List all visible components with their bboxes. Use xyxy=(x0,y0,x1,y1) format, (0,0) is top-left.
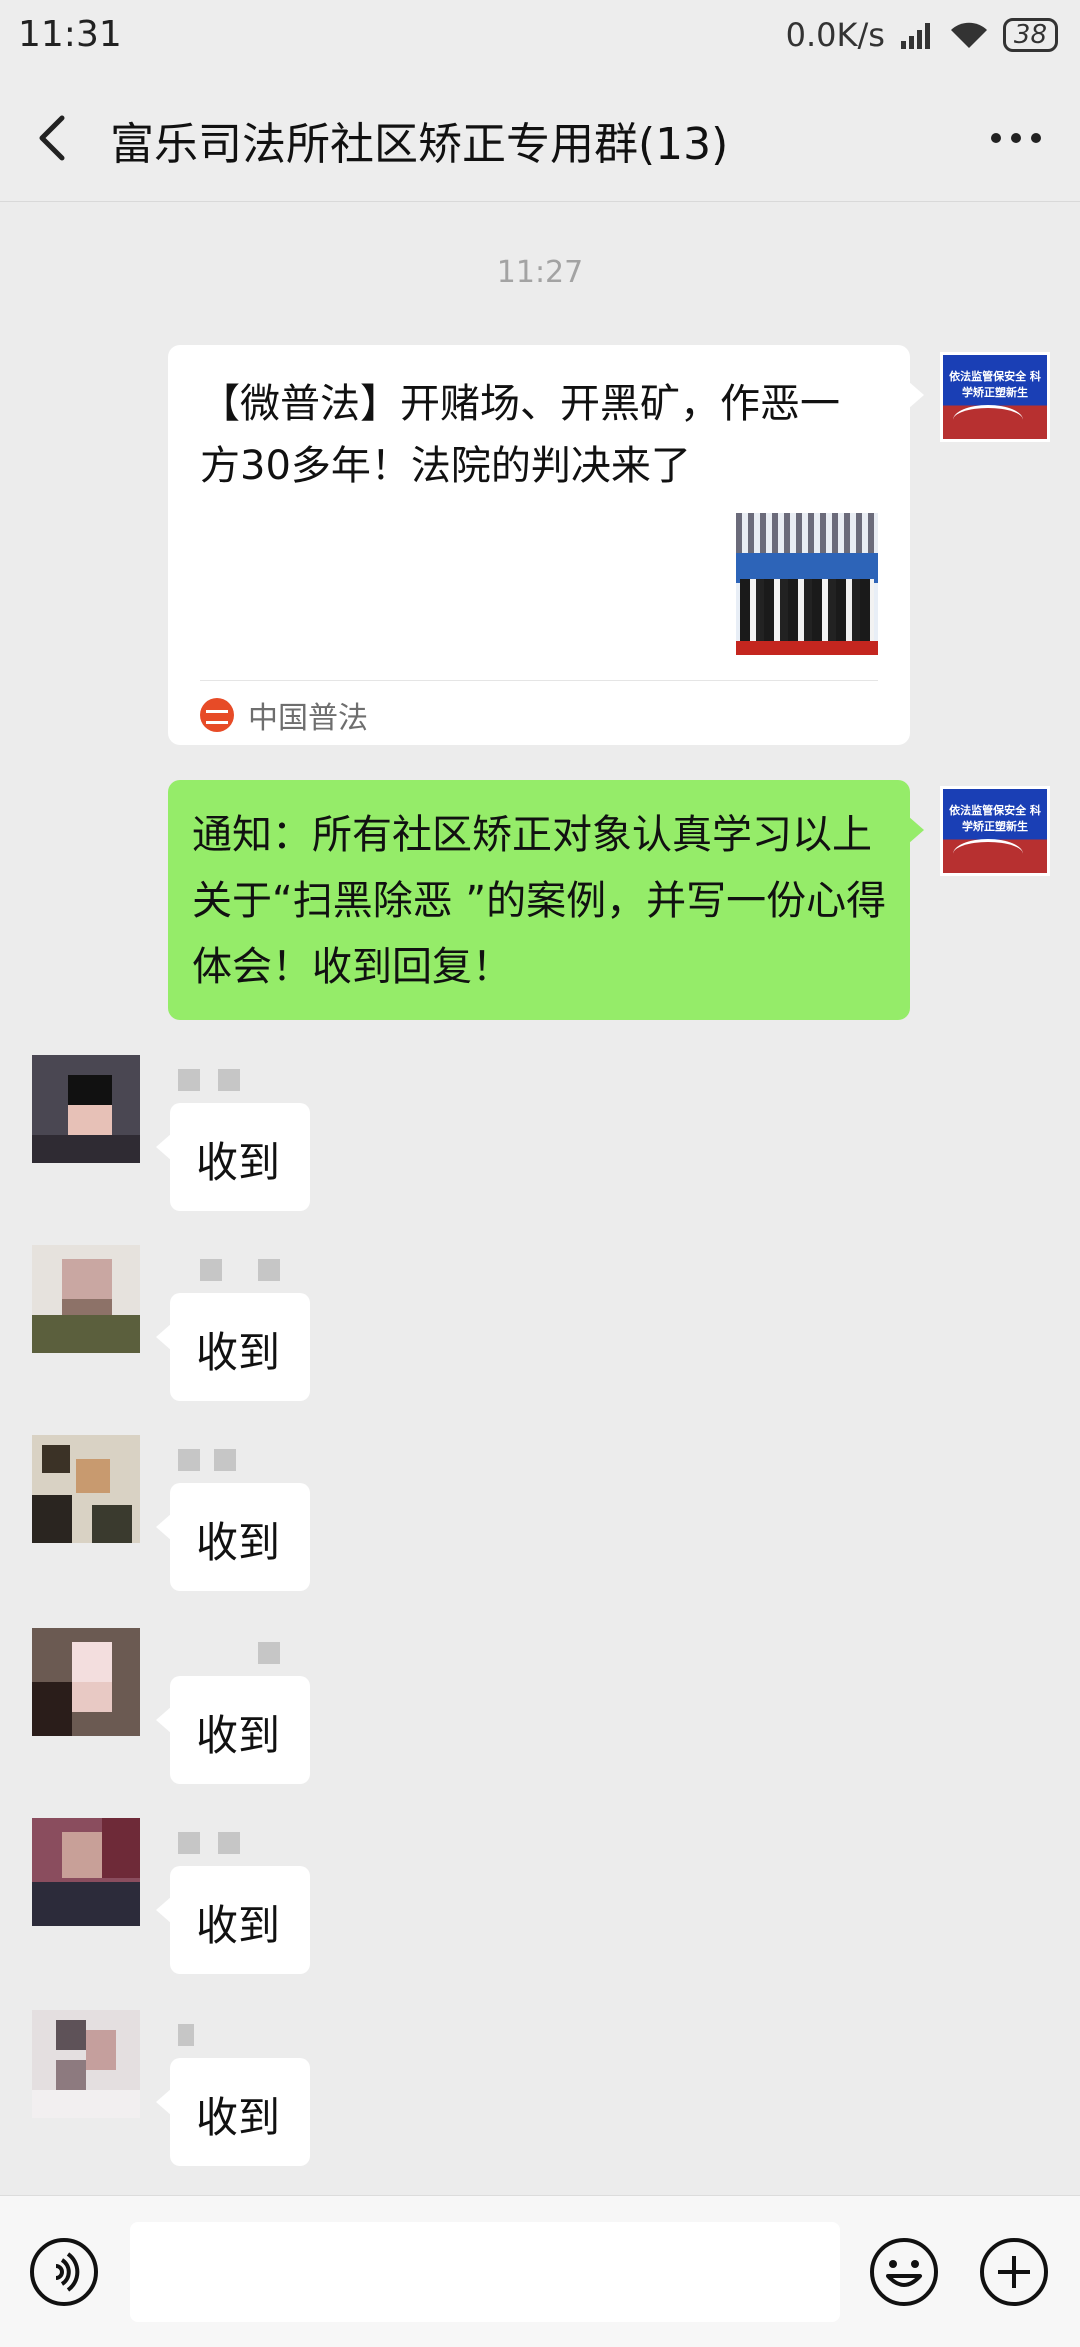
member-name-blurred xyxy=(178,1259,280,1283)
reply-bubble[interactable]: 收到 xyxy=(156,1483,310,1591)
reply-text: 收到 xyxy=(196,1901,281,1950)
avatar-arc-graphic xyxy=(953,405,1023,435)
member-avatar[interactable] xyxy=(32,1818,140,1926)
own-avatar[interactable]: 依法监管保安全 科学矫正塑新生 xyxy=(940,786,1050,876)
message-input-bar xyxy=(0,2195,1080,2347)
own-avatar[interactable]: 依法监管保安全 科学矫正塑新生 xyxy=(940,352,1050,442)
reply-message: 收到 xyxy=(0,1245,1080,1415)
avatar-logo-text: 依法监管保安全 科学矫正塑新生 xyxy=(949,804,1041,833)
reply-text: 收到 xyxy=(196,2093,281,2142)
member-avatar[interactable] xyxy=(32,1245,140,1353)
emoji-icon[interactable] xyxy=(868,2236,940,2308)
member-avatar[interactable] xyxy=(32,1055,140,1163)
reply-bubble[interactable]: 收到 xyxy=(156,1866,310,1974)
reply-message: 收到 xyxy=(0,1055,1080,1225)
reply-text: 收到 xyxy=(196,1138,281,1187)
status-time: 11:31 xyxy=(18,14,122,55)
reply-message: 收到 xyxy=(0,2010,1080,2180)
reply-message: 收到 xyxy=(0,1435,1080,1605)
member-name-blurred xyxy=(178,2024,268,2048)
network-speed: 0.0K/s xyxy=(785,16,885,54)
add-more-icon[interactable] xyxy=(978,2236,1050,2308)
avatar-arc-graphic xyxy=(953,839,1023,869)
reply-text: 收到 xyxy=(196,1518,281,1567)
article-title: 【微普法】开赌场、开黑矿，作恶一方30多年！法院的判决来了 xyxy=(200,381,840,489)
member-name-blurred xyxy=(178,1069,268,1093)
member-name-blurred xyxy=(178,1449,268,1473)
reply-message: 收到 xyxy=(0,1628,1080,1798)
more-options-icon[interactable] xyxy=(986,118,1046,158)
reply-text: 收到 xyxy=(196,1328,281,1377)
chat-title: 富乐司法所社区矫正专用群(13) xyxy=(110,119,729,170)
status-bar: 11:31 0.0K/s 38 xyxy=(0,0,1080,72)
source-name: 中国普法 xyxy=(248,701,368,736)
member-avatar[interactable] xyxy=(32,1628,140,1736)
voice-input-icon[interactable] xyxy=(28,2236,100,2308)
signal-icon xyxy=(900,23,930,49)
reply-bubble[interactable]: 收到 xyxy=(156,1103,310,1211)
shared-article-card[interactable]: 【微普法】开赌场、开黑矿，作恶一方30多年！法院的判决来了 中国普法 xyxy=(168,345,924,745)
back-arrow-icon[interactable] xyxy=(30,110,80,166)
member-avatar[interactable] xyxy=(32,2010,140,2118)
reply-message: 收到 xyxy=(0,1818,1080,1988)
source-logo-icon xyxy=(200,698,234,732)
member-avatar[interactable] xyxy=(32,1435,140,1543)
member-name-blurred xyxy=(178,1642,280,1666)
message-input[interactable] xyxy=(130,2222,840,2322)
card-divider xyxy=(200,680,878,681)
reply-text: 收到 xyxy=(196,1711,281,1760)
member-name-blurred xyxy=(178,1832,268,1856)
wifi-icon xyxy=(950,22,987,48)
message-timestamp: 11:27 xyxy=(496,255,584,290)
notice-text: 通知：所有社区矫正对象认真学习以上关于“扫黑除恶 ”的案例，并写一份心得体会！收… xyxy=(192,812,887,990)
status-indicators: 0.0K/s 38 xyxy=(786,16,1058,54)
battery-indicator: 38 xyxy=(1002,18,1058,52)
reply-bubble[interactable]: 收到 xyxy=(156,1676,310,1784)
reply-bubble[interactable]: 收到 xyxy=(156,1293,310,1401)
avatar-logo-text: 依法监管保安全 科学矫正塑新生 xyxy=(949,370,1041,399)
chat-header: 富乐司法所社区矫正专用群(13) xyxy=(0,72,1080,202)
reply-bubble[interactable]: 收到 xyxy=(156,2058,310,2166)
notice-message-bubble[interactable]: 通知：所有社区矫正对象认真学习以上关于“扫黑除恶 ”的案例，并写一份心得体会！收… xyxy=(168,780,924,1020)
article-thumbnail xyxy=(736,513,878,655)
article-source: 中国普法 xyxy=(200,693,368,737)
